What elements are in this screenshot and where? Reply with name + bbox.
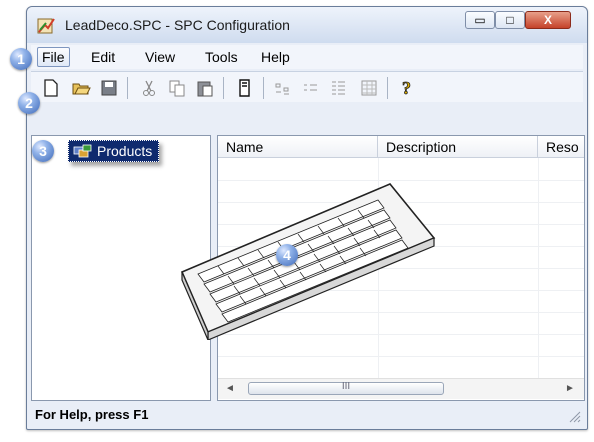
menu-bar: File Edit View Tools Help [31,45,583,69]
properties-icon[interactable] [235,78,255,98]
toolbar: ? [31,71,583,102]
svg-text:?: ? [402,78,411,98]
status-bar: For Help, press F1 [31,405,583,425]
maximize-button[interactable]: □ [495,11,525,29]
tree-node-label: Products [97,143,153,159]
menu-edit[interactable]: Edit [87,48,119,66]
column-header-reso[interactable]: Reso [538,136,584,158]
minimize-button[interactable]: ▭ [465,11,495,29]
list-icon[interactable] [301,78,321,98]
status-text: For Help, press F1 [35,407,149,422]
title-bar[interactable]: LeadDeco.SPC - SPC Configuration ▭ □ X [27,7,587,43]
paste-icon[interactable] [195,78,215,98]
callout-2: 2 [18,92,40,114]
toolbar-separator [223,77,224,99]
maximize-icon: □ [506,13,514,27]
open-folder-icon[interactable] [71,78,91,98]
menu-help[interactable]: Help [257,48,294,66]
minimize-icon: ▭ [474,13,486,27]
tree-node-products[interactable]: Products [68,140,160,162]
toolbar-separator [387,77,388,99]
scroll-left-arrow[interactable]: ◄ [222,381,238,397]
column-header-name[interactable]: Name [218,136,378,158]
scroll-grip: III [341,381,351,392]
callout-4: 4 [276,244,298,266]
scroll-right-arrow[interactable]: ► [562,381,578,397]
copy-icon[interactable] [167,78,187,98]
details-icon[interactable] [329,78,349,98]
menu-tools[interactable]: Tools [201,48,242,66]
save-icon[interactable] [99,78,119,98]
grid-icon[interactable] [359,78,379,98]
resize-grip-icon[interactable] [567,409,581,423]
callout-1: 1 [10,48,32,70]
scroll-thumb[interactable]: III [248,381,444,395]
products-folder-icon [73,144,92,158]
menu-file[interactable]: File [37,47,70,67]
toolbar-separator [127,77,128,99]
cut-icon[interactable] [139,78,159,98]
help-icon[interactable]: ? [397,78,417,98]
callout-3: 3 [32,140,54,162]
toolbar-separator [263,77,264,99]
close-icon: X [543,13,552,27]
horizontal-scrollbar[interactable]: ◄ III ► [218,378,584,399]
keyboard-illustration [180,183,436,340]
column-header-description[interactable]: Description [378,136,538,158]
new-document-icon[interactable] [41,78,61,98]
window-title: LeadDeco.SPC - SPC Configuration [65,17,290,33]
menu-view[interactable]: View [141,48,179,66]
small-icons-icon[interactable] [273,78,293,98]
app-icon [37,18,55,34]
close-button[interactable]: X [525,11,571,29]
grid-line [218,356,584,357]
